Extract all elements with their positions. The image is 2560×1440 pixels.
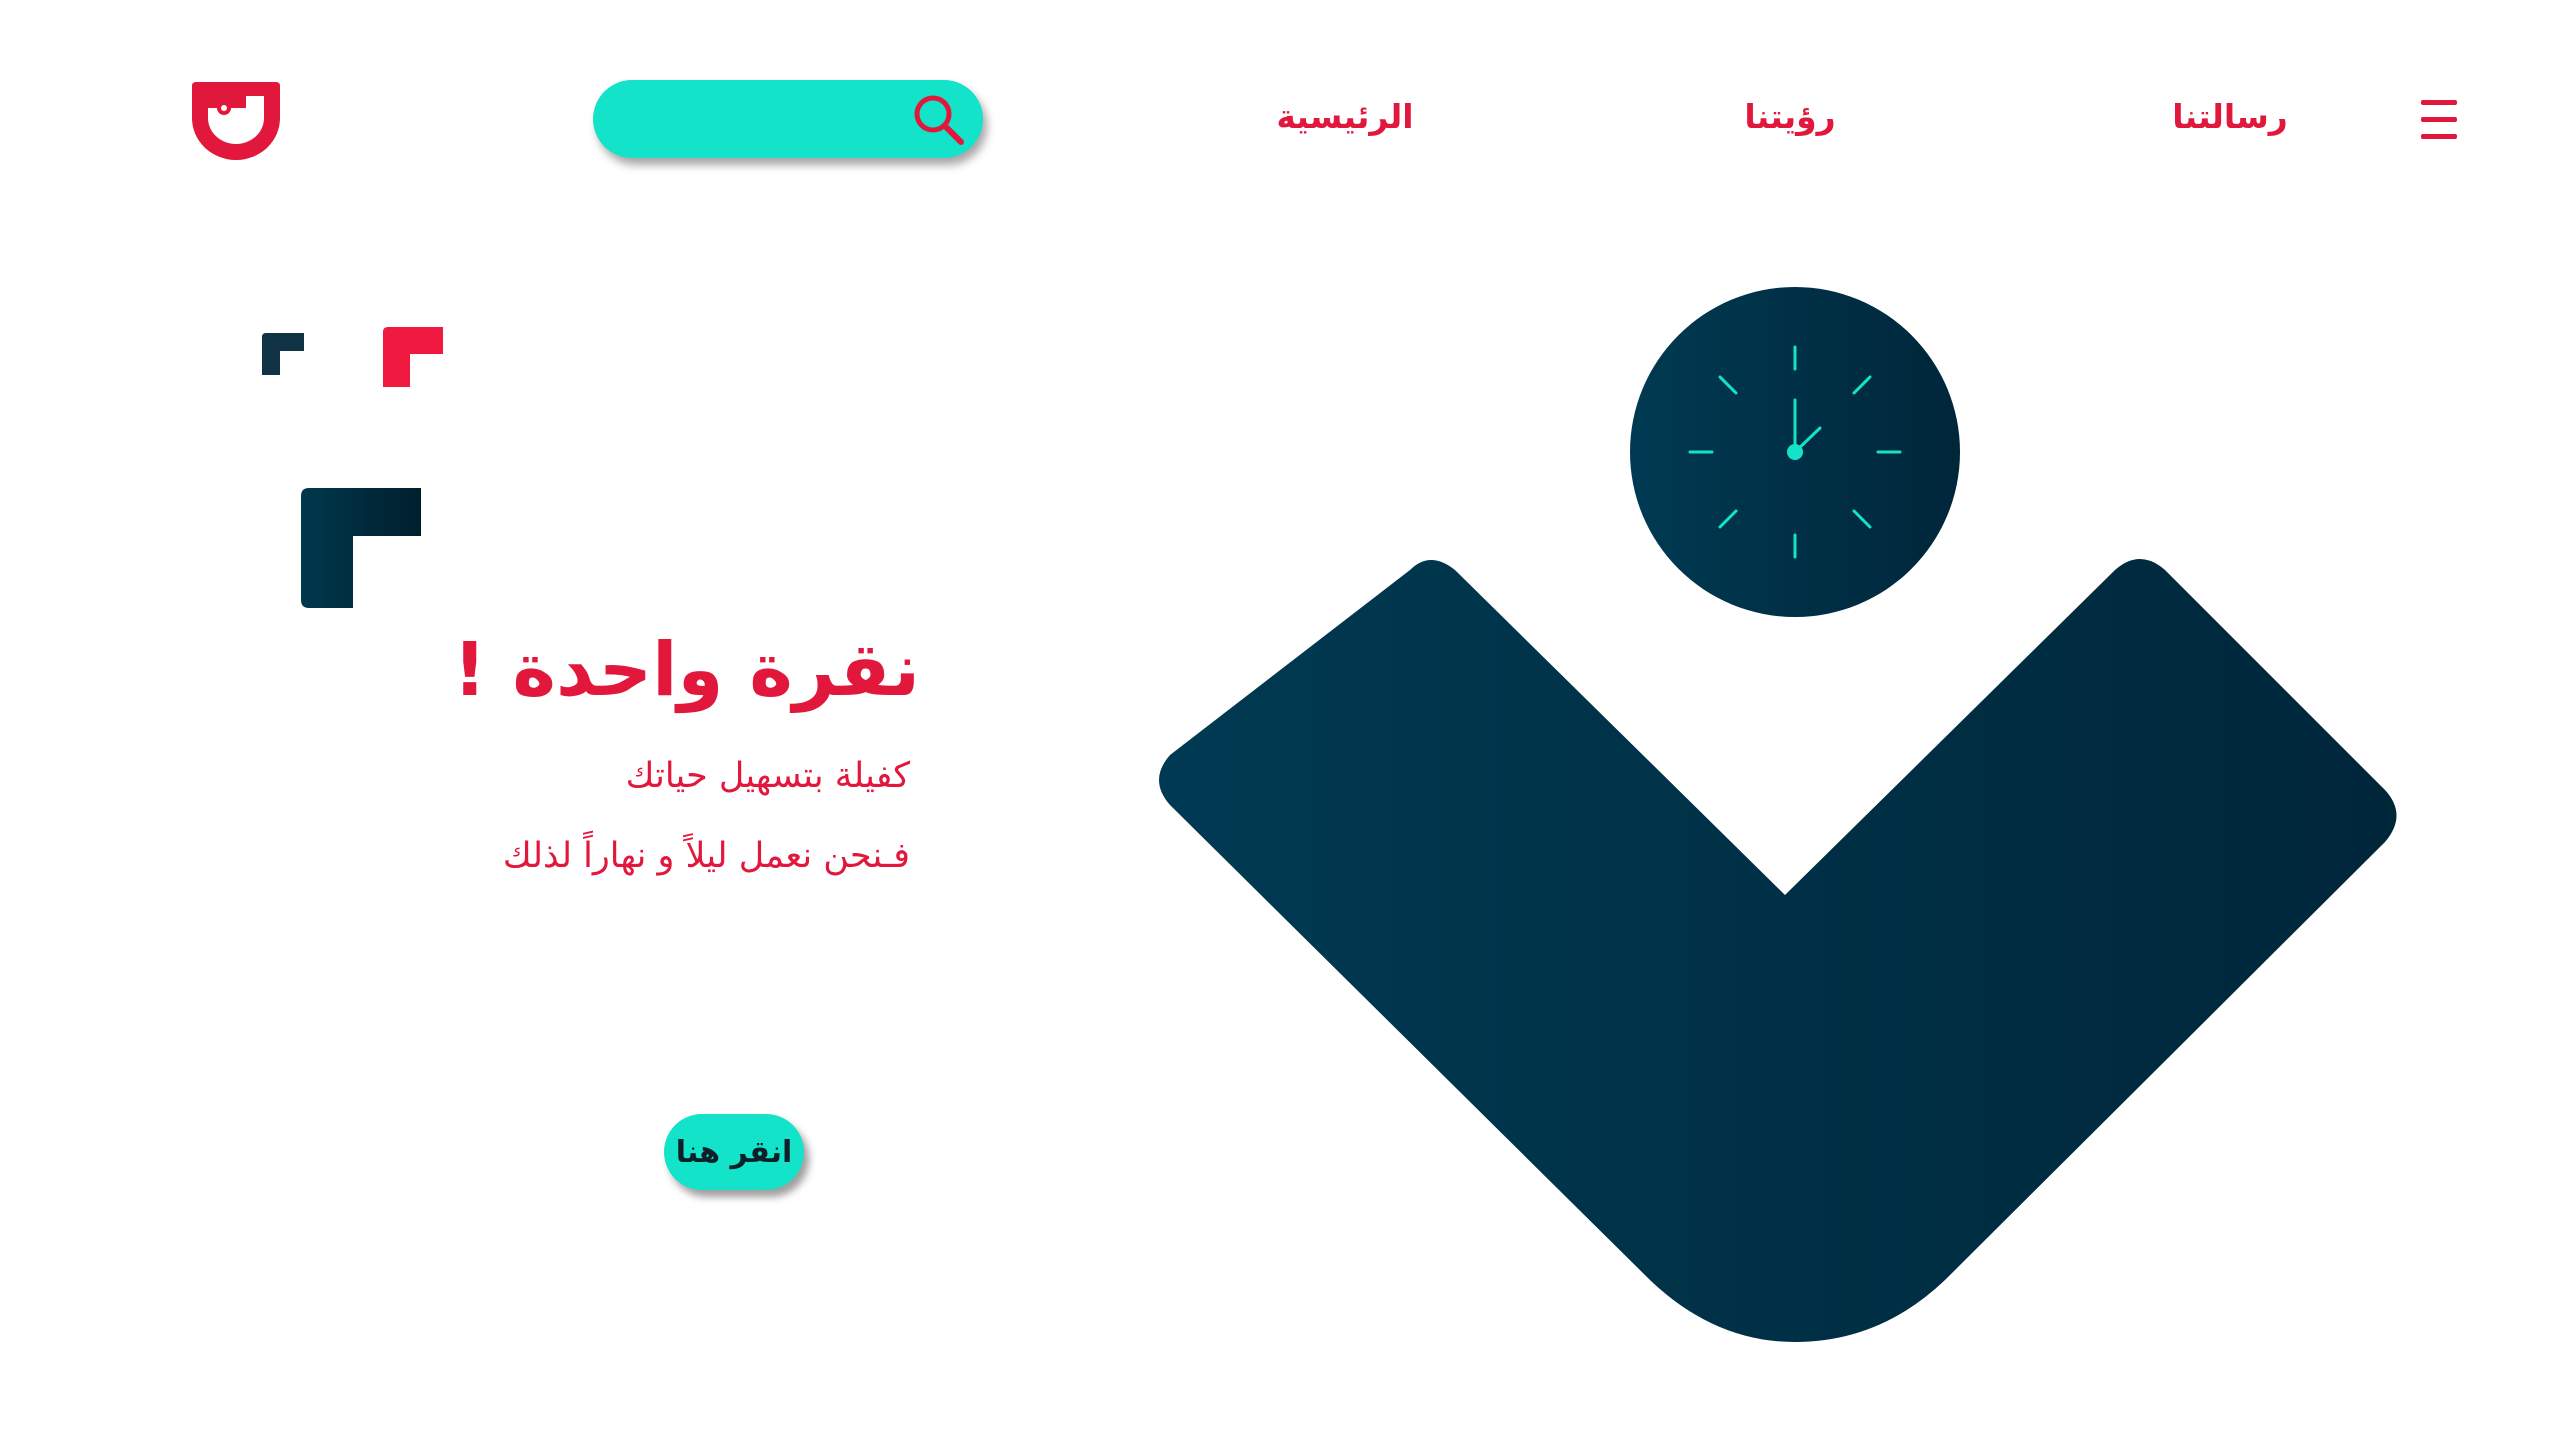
hero-illustration (1159, 287, 2397, 1342)
clock-icon (1630, 287, 1960, 617)
checkmark-shape (1159, 559, 2397, 1342)
hero-subtitle-line-1: كفيلة بتسهيل حياتك (625, 756, 910, 796)
landing-page: الرئيسية رؤيتنا رسالتنا نقرة واحدة ! كفي… (0, 0, 2560, 1440)
nav-link-home[interactable]: الرئيسية (1200, 92, 1490, 142)
hero-title: نقرة واحدة ! (452, 627, 920, 713)
nav-link-mission[interactable]: رسالتنا (2130, 92, 2330, 142)
hamburger-menu-icon[interactable] (2419, 98, 2459, 142)
large-navy-corner-shape (301, 488, 421, 608)
search-button[interactable] (593, 80, 983, 158)
nav-link-vision[interactable]: رؤيتنا (1690, 92, 1890, 142)
search-icon (914, 95, 964, 145)
red-corner-shape (383, 327, 443, 387)
small-navy-corner-shape (262, 333, 304, 375)
hero-subtitle-line-2: فـنحن نعمل ليلاً و نهاراً لذلك (502, 836, 910, 876)
click-here-button[interactable]: انقر هنا (664, 1114, 804, 1190)
brand-logo[interactable] (188, 78, 284, 164)
